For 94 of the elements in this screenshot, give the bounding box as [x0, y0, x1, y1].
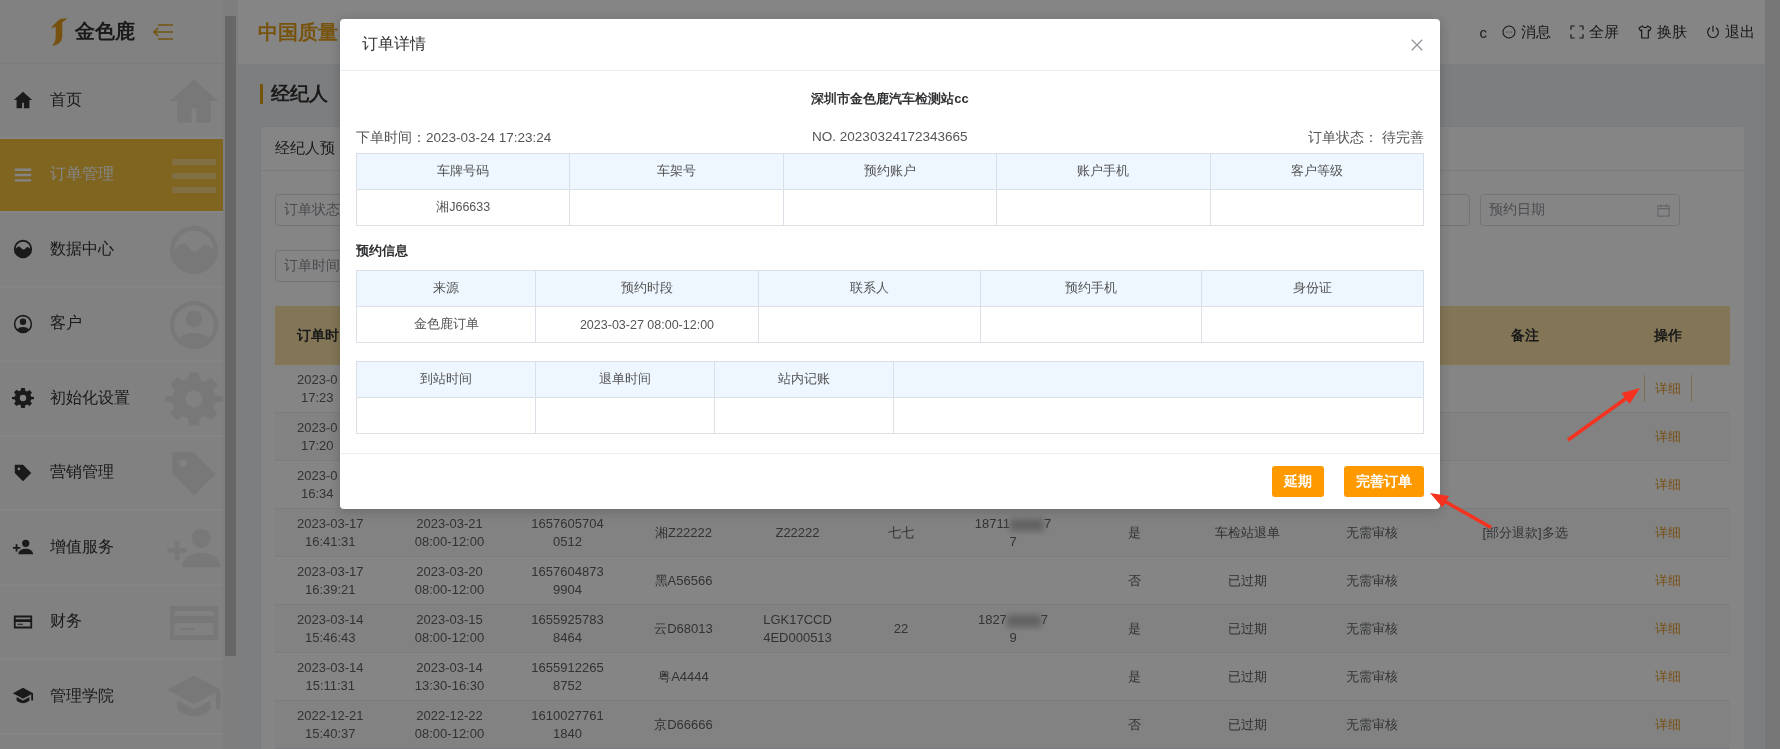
logo-text: 金色鹿: [74, 19, 135, 44]
table-cell: 2023-03-15 08:00-12:00: [414, 610, 485, 647]
table-cell: 无需审核: [1346, 523, 1398, 542]
table-cell: 是: [1128, 667, 1141, 686]
user-name: c: [1479, 23, 1487, 41]
table-cell: 22: [893, 619, 909, 638]
user-icon: [12, 312, 34, 335]
column-header: 身份证: [1293, 281, 1333, 295]
table-cell: 2023-0 17:23: [297, 370, 338, 407]
blurred-text: [1006, 614, 1041, 627]
table-cell: 云D68013: [654, 619, 713, 638]
order-time: 下单时间：2023-03-24 17:23:24: [356, 129, 552, 145]
dialog-title: 订单详情: [362, 34, 426, 54]
header-action[interactable]: 全屏: [1569, 22, 1619, 42]
table-cell: 1657604873 9904: [531, 562, 604, 599]
header-action[interactable]: 换肤: [1637, 22, 1687, 42]
table-cell: 已过期: [1228, 571, 1267, 590]
calendar-icon: [1656, 202, 1671, 218]
table-cell: 2023-0 17:20: [297, 418, 338, 455]
table-cell: 2023-03-20 08:00-12:00: [414, 562, 485, 599]
table-cell: [部分退款]多选: [1482, 523, 1568, 542]
table-cell: 2023-03-14 15:46:43: [297, 610, 364, 647]
column-header: 操作: [1653, 326, 1682, 345]
order-status: 订单状态： 待完善: [1308, 129, 1424, 145]
table-cell: 黑A56566: [654, 571, 713, 590]
collapse-menu-icon[interactable]: [150, 21, 175, 42]
table-cell: 1610027761 1840: [531, 706, 604, 743]
column-header: 车架号: [657, 164, 697, 178]
column-header: 客户等级: [1290, 164, 1343, 178]
table-cell: 是: [1128, 523, 1141, 542]
pointer-arrow: [1430, 493, 1492, 529]
table-cell: 2023-03-14 15:11:31: [297, 658, 364, 695]
table-cell: 否: [1128, 571, 1141, 590]
system-title: 中国质量: [258, 19, 338, 45]
power-icon: [1705, 24, 1721, 40]
card-tab[interactable]: 经纪人预: [275, 139, 335, 158]
column-header: 到站时间: [420, 372, 472, 386]
column-header: 站内记账: [778, 372, 830, 386]
table-cell: 七七: [888, 523, 914, 542]
blurred-text: [1009, 518, 1044, 531]
table-cell: 2023-0 16:34: [297, 466, 338, 503]
column-header: 预约手机: [1065, 281, 1117, 295]
shirt-icon: [1637, 24, 1653, 40]
table-cell: 已过期: [1228, 619, 1267, 638]
table-cell: 1655925783 8464: [531, 610, 604, 647]
table-cell: 2023-03-14 13:30-16:30: [414, 658, 485, 695]
column-header: 备注: [1511, 326, 1539, 345]
table-cell: 2022-12-22 08:00-12:00: [414, 706, 485, 743]
fullscreen-icon: [1569, 24, 1585, 40]
table-cell: 湘J66633: [436, 200, 491, 214]
table-cell: 车检站退单: [1215, 523, 1280, 542]
column-header: 预约时段: [621, 281, 673, 295]
table-cell: 湘Z22222: [654, 523, 713, 542]
column-header: 账户手机: [1077, 164, 1130, 178]
table-cell: 是: [1128, 619, 1141, 638]
table-cell: 京D66666: [654, 715, 713, 734]
table-cell: 1827 7 9: [977, 610, 1049, 647]
table-cell: 无需审核: [1346, 571, 1398, 590]
table-cell: 2022-12-21 15:40:37: [297, 706, 364, 743]
table-cell: 1657605704 0512: [531, 514, 604, 551]
column-header: 来源: [433, 281, 459, 295]
table-cell: 否: [1128, 715, 1141, 734]
column-header: 预约账户: [863, 164, 916, 178]
table-cell: 粤A4444: [658, 667, 709, 686]
header-action[interactable]: 消息: [1501, 22, 1551, 42]
column-header: 联系人: [849, 281, 889, 295]
table-cell: 2023-03-27 08:00-12:00: [579, 317, 715, 332]
column-header: 订单时: [297, 326, 339, 345]
column-header: 退单时间: [599, 372, 651, 386]
table-cell: 2023-03-21 08:00-12:00: [414, 514, 485, 551]
table-cell: 18711 7 7: [974, 514, 1052, 551]
chat-icon: [1501, 24, 1517, 40]
table-cell: 金色鹿订单: [413, 317, 479, 331]
table-cell: 无需审核: [1346, 619, 1398, 638]
order-number: NO. 20230324172343665: [812, 129, 968, 145]
gear-icon: [12, 387, 34, 410]
close-icon[interactable]: [1410, 37, 1424, 52]
title-accent: [260, 84, 263, 104]
header-action[interactable]: 退出: [1705, 22, 1755, 42]
table-cell: Z22222: [775, 523, 820, 542]
station-name: 深圳市金色鹿汽车检测站cc: [811, 91, 969, 106]
section-title: 预约信息: [356, 243, 408, 258]
table-cell: LGK17CCD 4ED000513: [763, 610, 832, 647]
page-title: 经纪人: [271, 82, 328, 106]
date-picker[interactable]: 预约日期: [1480, 194, 1680, 226]
table-cell: 无需审核: [1346, 667, 1398, 686]
table-cell: 2023-03-17 16:41:31: [297, 514, 364, 551]
table-cell: 已过期: [1228, 715, 1267, 734]
table-cell: 无需审核: [1346, 715, 1398, 734]
table-cell: 1655912265 8752: [531, 658, 604, 695]
column-header: 车牌号码: [437, 164, 490, 178]
table-cell: 已过期: [1228, 667, 1267, 686]
chart-icon: [12, 238, 34, 261]
table-cell: 2023-03-17 16:39:21: [297, 562, 364, 599]
